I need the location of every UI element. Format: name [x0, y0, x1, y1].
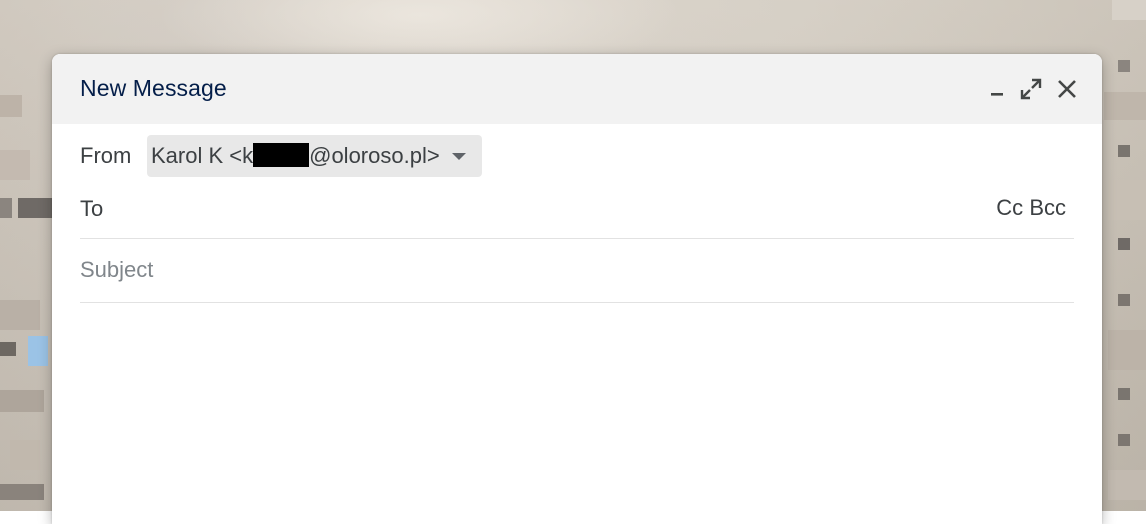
background-pixel — [1108, 330, 1146, 370]
background-pixel — [0, 342, 16, 356]
background-pixel — [18, 198, 52, 218]
bcc-link[interactable]: Bcc — [1029, 195, 1066, 220]
from-account-domain: @oloroso.pl> — [309, 143, 440, 168]
expand-button[interactable] — [1018, 76, 1044, 102]
background-pixel — [1118, 294, 1130, 306]
subject-row — [80, 240, 1074, 303]
caret-down-icon — [451, 152, 466, 160]
from-row: From Karol K <k @oloroso.pl> — [80, 134, 1074, 180]
background-pixel — [1118, 434, 1130, 446]
background-pixel — [0, 390, 44, 412]
background-pixel — [0, 150, 30, 180]
background-pixel — [1104, 92, 1146, 120]
background-pixel — [0, 300, 40, 330]
compose-header[interactable]: New Message — [52, 54, 1102, 124]
cc-link[interactable]: Cc — [996, 195, 1023, 220]
compose-title: New Message — [80, 75, 227, 101]
minimize-icon — [991, 93, 1003, 96]
minimize-button[interactable] — [984, 76, 1010, 102]
to-input[interactable] — [120, 190, 954, 228]
background-pixel — [1118, 60, 1130, 72]
close-button[interactable] — [1054, 76, 1080, 102]
to-row: To Cc Bcc — [80, 184, 1074, 239]
redacted-block — [253, 143, 310, 167]
compose-window: New Message From Karol K <k @oloroso.pl> — [52, 54, 1102, 524]
subject-input[interactable] — [80, 252, 1074, 288]
close-icon — [1058, 80, 1076, 98]
cc-bcc-links: Cc Bcc — [996, 195, 1066, 221]
background-pixel — [0, 198, 12, 218]
message-body[interactable] — [80, 312, 1074, 524]
background-pixel — [1118, 145, 1130, 157]
background-pixel — [28, 336, 48, 366]
background-pixel — [1118, 238, 1130, 250]
to-label: To — [80, 196, 104, 221]
background-pixel — [1108, 470, 1146, 500]
background-pixel — [1112, 0, 1146, 20]
background-pixel — [0, 95, 22, 117]
background-pixel — [1108, 180, 1146, 220]
from-account-name: Karol K <k — [151, 143, 254, 168]
background-pixel — [1118, 388, 1130, 400]
from-label: From — [80, 143, 132, 168]
background-pixel — [10, 440, 40, 470]
from-account-select[interactable]: Karol K <k @oloroso.pl> — [147, 135, 482, 177]
expand-icon — [1020, 78, 1042, 100]
background-pixel — [0, 484, 44, 500]
